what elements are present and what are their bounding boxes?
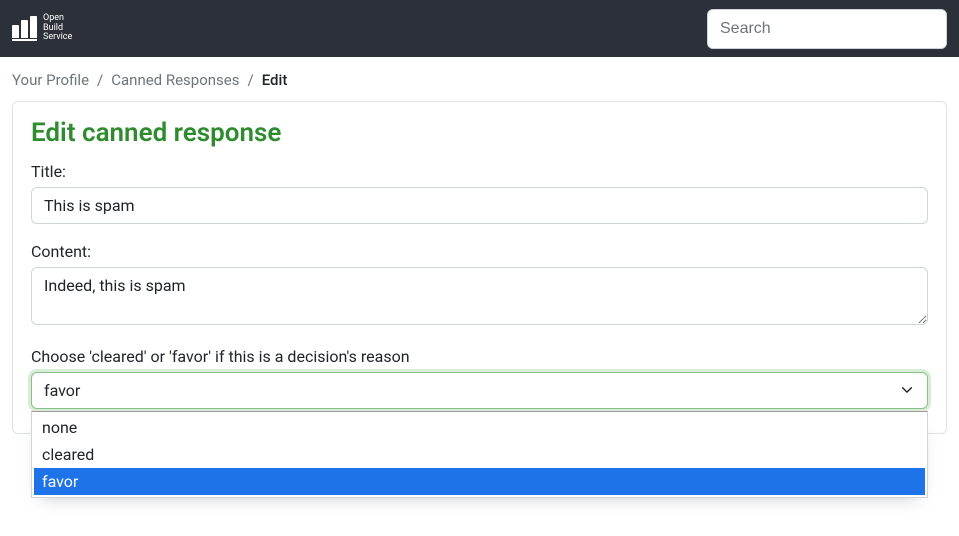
decision-dropdown: none cleared favor bbox=[31, 411, 928, 498]
breadcrumb-active: Edit bbox=[262, 71, 288, 89]
breadcrumb-link-canned-responses[interactable]: Canned Responses bbox=[111, 71, 239, 89]
logo-text: Open Build Service bbox=[43, 14, 72, 42]
navbar: Open Build Service bbox=[0, 0, 959, 57]
search-wrap bbox=[707, 9, 947, 49]
content-group: Content: Indeed, this is spam bbox=[31, 242, 928, 329]
decision-select-wrap: favor none cleared favor bbox=[31, 372, 928, 409]
search-input[interactable] bbox=[707, 9, 947, 49]
title-input[interactable] bbox=[31, 187, 928, 224]
logo[interactable]: Open Build Service bbox=[12, 14, 72, 42]
decision-option-none[interactable]: none bbox=[34, 414, 925, 441]
page-title: Edit canned response bbox=[31, 118, 928, 148]
decision-option-cleared[interactable]: cleared bbox=[34, 441, 925, 468]
decision-select[interactable]: favor bbox=[31, 372, 928, 409]
decision-option-favor[interactable]: favor bbox=[34, 468, 925, 495]
obs-logo-icon bbox=[12, 17, 37, 41]
breadcrumb-separator: / bbox=[97, 71, 103, 89]
decision-label: Choose 'cleared' or 'favor' if this is a… bbox=[31, 347, 928, 366]
decision-group: Choose 'cleared' or 'favor' if this is a… bbox=[31, 347, 928, 409]
breadcrumb-separator: / bbox=[248, 71, 254, 89]
breadcrumb: Your Profile / Canned Responses / Edit bbox=[0, 57, 959, 101]
title-label: Title: bbox=[31, 162, 928, 181]
title-group: Title: bbox=[31, 162, 928, 224]
edit-card: Edit canned response Title: Content: Ind… bbox=[12, 101, 947, 434]
content-label: Content: bbox=[31, 242, 928, 261]
breadcrumb-link-profile[interactable]: Your Profile bbox=[12, 71, 89, 89]
content-textarea[interactable]: Indeed, this is spam bbox=[31, 267, 928, 325]
